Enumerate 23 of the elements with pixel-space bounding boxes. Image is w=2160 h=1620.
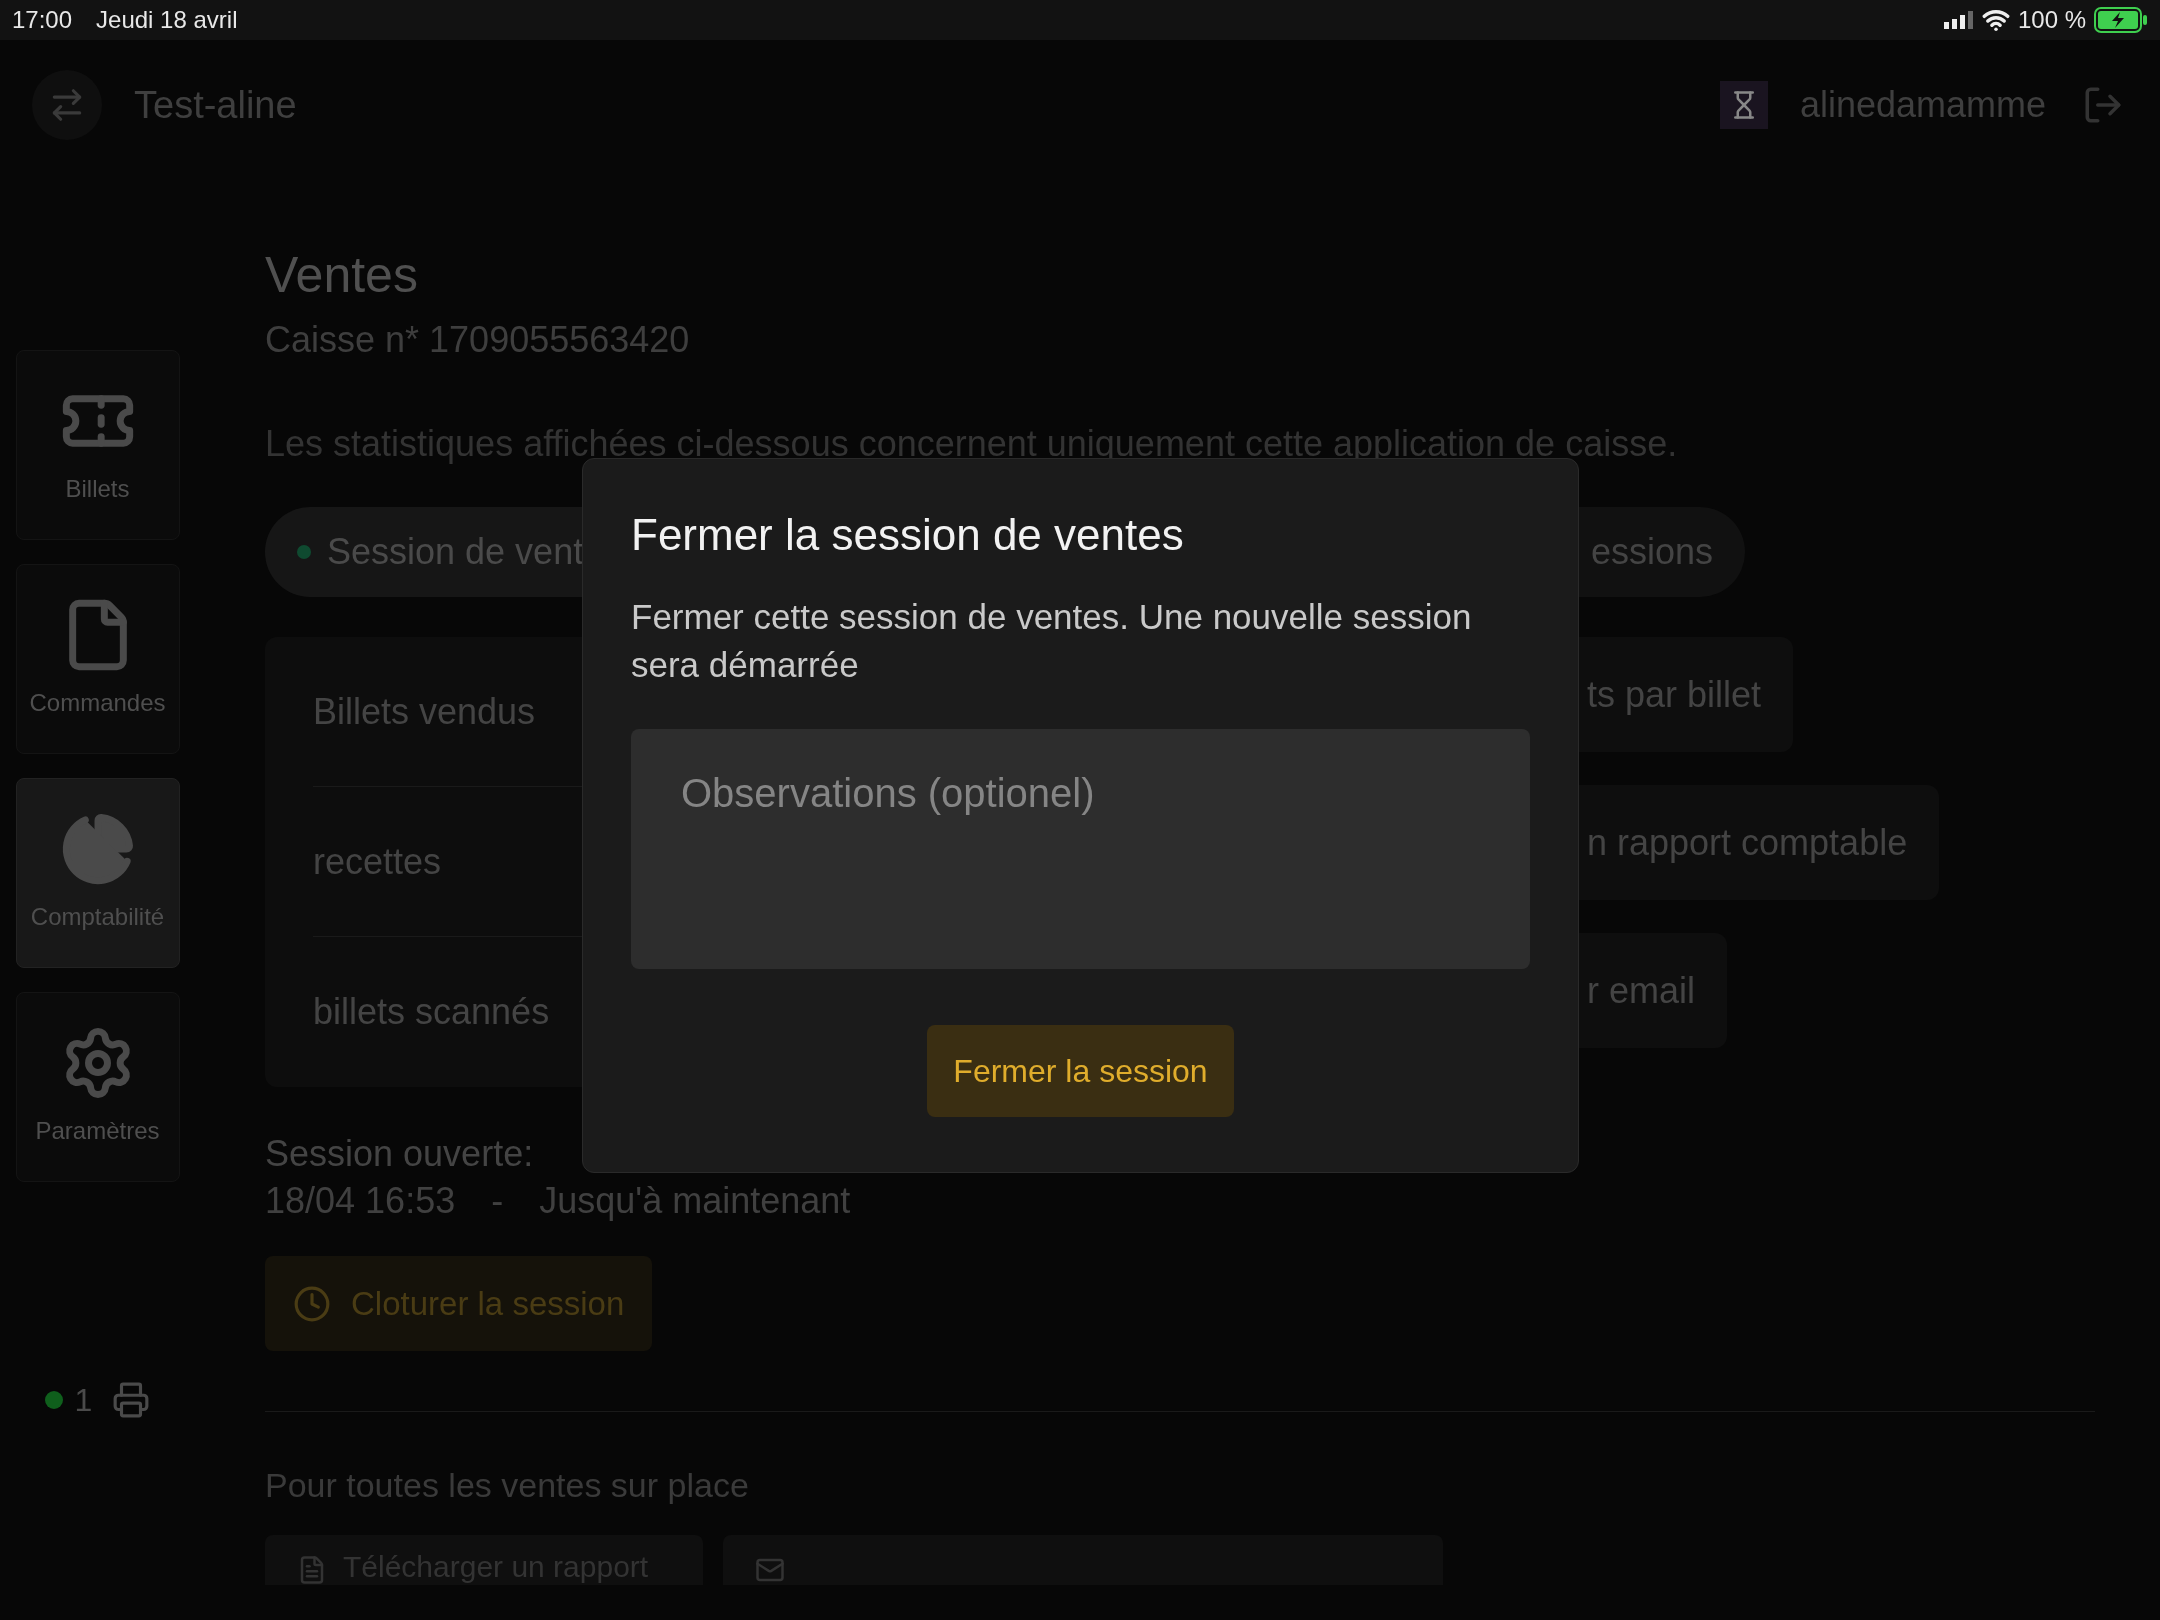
sidebar-item[interactable]: Billets [15, 350, 180, 540]
printer-count: 1 [74, 1381, 93, 1420]
session-start: 18/04 16:53 [265, 1179, 456, 1223]
event-title: Test-aline [134, 82, 297, 128]
observations-field[interactable]: Observations (optionel) [631, 729, 1530, 969]
session-label: Session ouverte: [265, 1132, 535, 1176]
clock-icon [293, 1284, 331, 1323]
date-text: Jeudi 18 avril [96, 5, 238, 35]
dialog-title: Fermer la session de ventes [631, 509, 1185, 561]
clock-text: 17:00 [12, 5, 73, 35]
sidebar-item[interactable]: Commandes [15, 564, 180, 754]
confirm-close-button[interactable]: Fermer la session [927, 1025, 1234, 1117]
session-end: Jusqu'à maintenant [539, 1179, 851, 1223]
report-button[interactable] [723, 1535, 1443, 1585]
battery-text: 100 % [2017, 5, 2086, 35]
dialog-message: Fermer cette session de ventes. Une nouvelle session sera démarrée [631, 596, 1473, 686]
signal-icon [1943, 11, 1974, 29]
printer-icon [112, 1381, 151, 1419]
separator-text: - [491, 1179, 504, 1223]
user-name: alinedamamme [1799, 83, 2046, 127]
sidebar-item[interactable]: Paramètres [15, 992, 180, 1182]
page-title: Ventes [265, 246, 419, 305]
battery-charging-icon [2094, 7, 2148, 33]
